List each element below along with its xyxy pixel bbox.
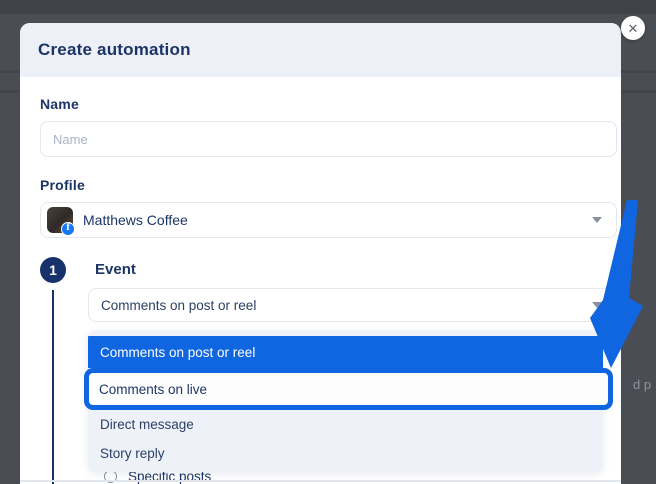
name-label: Name [40,96,79,112]
chevron-down-icon [592,302,602,308]
dropdown-option-direct-message[interactable]: Direct message [88,410,603,438]
avatar: f [47,207,75,236]
dropdown-option-comments-live[interactable]: Comments on live [89,382,608,397]
dropdown-option-story-reply[interactable]: Story reply [88,438,603,468]
background-text-fragment: d p [633,377,652,392]
profile-select[interactable]: f Matthews Coffee [40,202,617,238]
profile-label: Profile [40,177,85,193]
close-icon: ✕ [627,20,639,36]
close-button[interactable]: ✕ [621,16,645,40]
section-divider [20,480,621,482]
profile-selected-name: Matthews Coffee [83,212,188,228]
background-top-band [0,0,656,14]
facebook-badge-icon: f [61,222,75,236]
create-automation-modal: Create automation Name Profile f Matthew… [20,23,621,484]
chevron-down-icon [592,217,602,223]
name-input[interactable] [40,121,617,157]
dropdown-option-comments-post-reel[interactable]: Comments on post or reel [88,336,603,368]
highlight-annotation: Comments on live [84,368,613,410]
modal-header: Create automation [20,23,621,77]
step-1-badge: 1 [40,257,66,283]
event-label: Event [95,261,136,278]
page-title: Create automation [38,40,191,59]
event-select-value: Comments on post or reel [101,297,257,313]
event-select[interactable]: Comments on post or reel [88,288,617,322]
step-connector-line [52,290,54,484]
